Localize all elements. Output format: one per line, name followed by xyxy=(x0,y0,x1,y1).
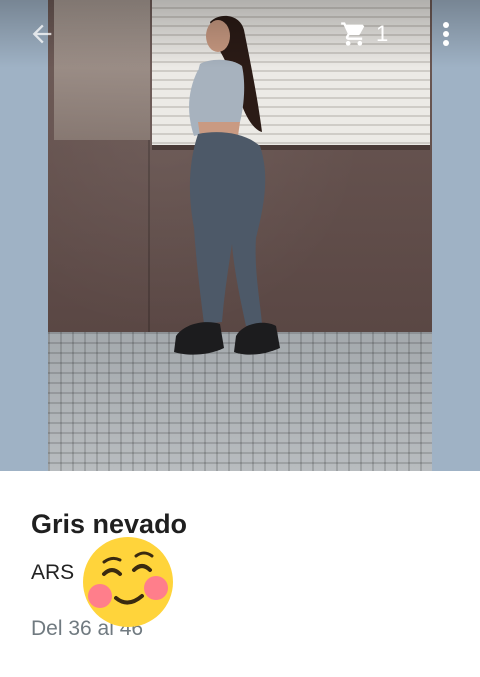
product-photo[interactable] xyxy=(48,0,432,471)
app-toolbar: 1 xyxy=(0,0,480,68)
more-options-button[interactable] xyxy=(432,16,460,52)
smiling-face-emoji xyxy=(83,537,173,627)
more-vertical-icon xyxy=(443,22,449,46)
back-button[interactable] xyxy=(24,16,60,52)
arrow-left-icon xyxy=(32,24,52,44)
cart-count-badge: 1 xyxy=(376,21,389,46)
product-price: ARS xyxy=(31,561,75,584)
shopping-cart-icon xyxy=(341,22,365,46)
product-hero xyxy=(0,0,480,471)
cart-button[interactable]: 1 xyxy=(340,14,404,54)
model-figure xyxy=(174,15,280,355)
product-details: Gris nevado ARS Del 36 al 46 xyxy=(0,471,480,677)
